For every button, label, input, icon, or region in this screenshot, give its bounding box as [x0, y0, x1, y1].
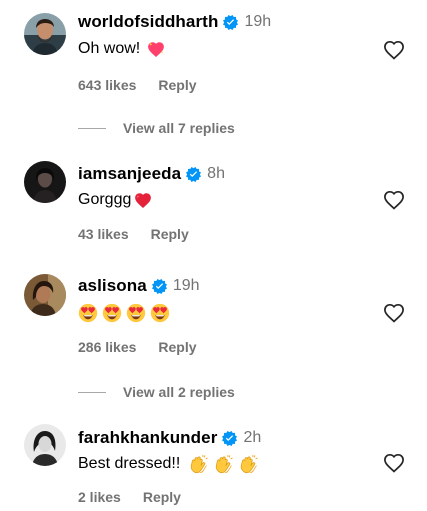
- avatar[interactable]: [24, 424, 66, 466]
- comment-meta: 643 likes Reply: [78, 77, 197, 93]
- view-replies-label: View all 2 replies: [123, 384, 235, 400]
- timestamp[interactable]: 19h: [244, 13, 271, 31]
- comment-header: iamsanjeeda 8h: [78, 164, 225, 184]
- reply-button[interactable]: Reply: [151, 226, 189, 242]
- comment-header: farahkhankunder 2h: [78, 428, 261, 448]
- reply-button[interactable]: Reply: [158, 339, 196, 355]
- heart-outline-icon[interactable]: [383, 40, 405, 60]
- comment-header: aslisona 19h: [78, 276, 200, 296]
- comment-meta: 2 likes Reply: [78, 489, 181, 505]
- comment-meta: 43 likes Reply: [78, 226, 189, 242]
- heart-outline-icon[interactable]: [383, 190, 405, 210]
- heart-outline-icon[interactable]: [383, 453, 405, 473]
- clapping-hands-emoji: [213, 454, 234, 475]
- comment-text: Gorggg: [78, 190, 152, 210]
- reply-button[interactable]: Reply: [143, 489, 181, 505]
- avatar[interactable]: [24, 13, 66, 55]
- clapping-hands-emoji: [188, 454, 209, 475]
- heart-eyes-emoji: [126, 303, 146, 323]
- comment-text: Oh wow!: [78, 39, 165, 59]
- divider-line: [78, 391, 106, 393]
- clapping-hands-emoji: [238, 454, 259, 475]
- view-replies-button[interactable]: View all 7 replies: [78, 120, 235, 136]
- divider-line: [78, 127, 106, 129]
- view-replies-label: View all 7 replies: [123, 120, 235, 136]
- likes-count[interactable]: 286 likes: [78, 339, 136, 355]
- username[interactable]: worldofsiddharth: [78, 12, 218, 32]
- username[interactable]: farahkhankunder: [78, 428, 217, 448]
- username[interactable]: iamsanjeeda: [78, 164, 181, 184]
- verified-badge-icon: [222, 431, 237, 446]
- likes-count[interactable]: 43 likes: [78, 226, 129, 242]
- likes-count[interactable]: 2 likes: [78, 489, 121, 505]
- timestamp[interactable]: 19h: [173, 277, 200, 295]
- reply-button[interactable]: Reply: [158, 77, 196, 93]
- heart-outline-icon[interactable]: [383, 303, 405, 323]
- red-heart-emoji: [134, 192, 152, 209]
- comment-body: Gorggg: [78, 191, 132, 208]
- verified-badge-icon: [186, 167, 201, 182]
- heart-eyes-emoji: [150, 303, 170, 323]
- timestamp[interactable]: 2h: [243, 429, 261, 447]
- comment-meta: 286 likes Reply: [78, 339, 197, 355]
- username[interactable]: aslisona: [78, 276, 147, 296]
- verified-badge-icon: [223, 15, 238, 30]
- avatar[interactable]: [24, 274, 66, 316]
- comment-text: [78, 302, 170, 324]
- heart-with-sparkles-emoji: [147, 41, 165, 58]
- comment-body: Best dressed!!: [78, 455, 181, 472]
- timestamp[interactable]: 8h: [207, 165, 225, 183]
- comment-header: worldofsiddharth 19h: [78, 12, 271, 32]
- comment-body: Oh wow!: [78, 40, 141, 57]
- likes-count[interactable]: 643 likes: [78, 77, 136, 93]
- view-replies-button[interactable]: View all 2 replies: [78, 384, 235, 400]
- heart-eyes-emoji: [102, 303, 122, 323]
- avatar[interactable]: [24, 161, 66, 203]
- heart-eyes-emoji: [78, 303, 98, 323]
- comment-text: Best dressed!!: [78, 453, 259, 475]
- verified-badge-icon: [152, 279, 167, 294]
